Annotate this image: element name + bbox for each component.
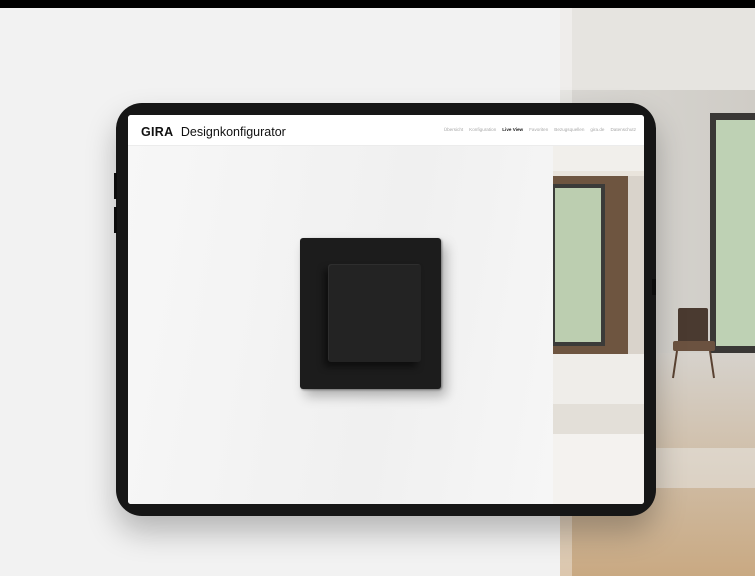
- tablet-device: GIRA Designkonfigurator Übersicht Konfig…: [114, 103, 656, 516]
- app-title: Designkonfigurator: [180, 125, 286, 139]
- switch-rocker[interactable]: [328, 264, 421, 362]
- room-preview[interactable]: [553, 146, 644, 504]
- nav-item-datenschutz[interactable]: Datenschutz: [610, 127, 636, 132]
- nav-item-gira-de[interactable]: gira.de: [590, 127, 604, 132]
- nav-item-bezugsquellen[interactable]: Bezugsquellen: [554, 127, 584, 132]
- brand[interactable]: GIRA Designkonfigurator: [141, 123, 286, 141]
- light-switch-icon[interactable]: [300, 238, 441, 389]
- nav-item-live-view[interactable]: Live View: [502, 127, 523, 132]
- nav-item-konfiguration[interactable]: Konfiguration: [469, 127, 496, 132]
- tablet-side-button: [652, 279, 656, 295]
- tablet-screen: GIRA Designkonfigurator Übersicht Konfig…: [128, 115, 644, 504]
- product-stage: [128, 146, 553, 504]
- app-header: GIRA Designkonfigurator Übersicht Konfig…: [128, 115, 644, 146]
- main-nav: Übersicht Konfiguration Live View Favori…: [444, 127, 636, 132]
- top-black-bar: [0, 0, 755, 8]
- nav-item-uebersicht[interactable]: Übersicht: [444, 127, 463, 132]
- tablet-side-button: [114, 173, 117, 199]
- nav-item-favoriten[interactable]: Favoriten: [529, 127, 548, 132]
- gira-logo: GIRA: [141, 125, 174, 139]
- tablet-side-button: [114, 207, 117, 233]
